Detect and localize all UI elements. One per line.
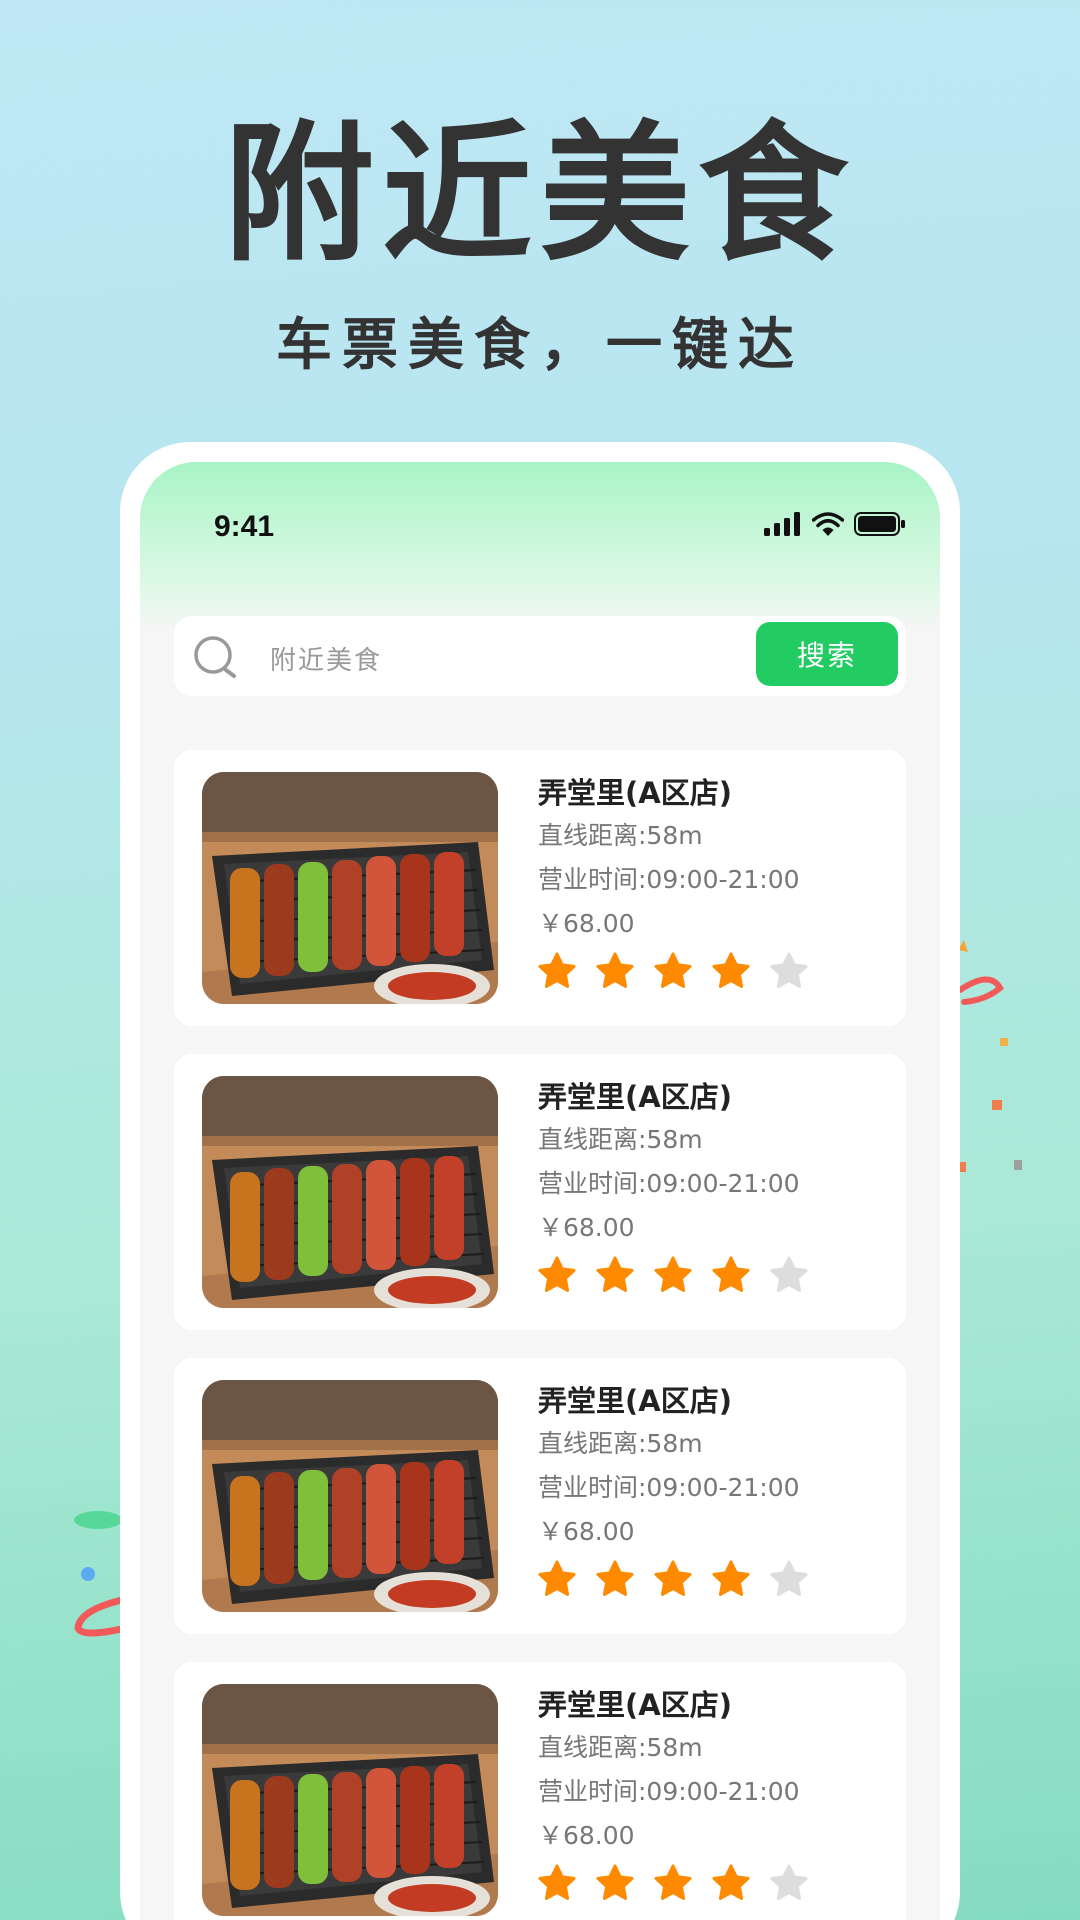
restaurant-info: 弄堂里(A区店) 直线距离:58m 营业时间:09:00-21:00 ￥68.00 (538, 1380, 896, 1598)
search-bar[interactable]: 附近美食 搜索 (174, 616, 906, 696)
star-icon (770, 952, 808, 988)
search-button[interactable]: 搜索 (756, 622, 898, 686)
restaurant-price: ￥68.00 (538, 1821, 635, 1850)
status-bar: 9:41 (140, 510, 940, 550)
star-icon (770, 1256, 808, 1292)
restaurant-hours: 营业时间:09:00-21:00 (538, 1473, 800, 1502)
restaurant-card[interactable]: 弄堂里(A区店) 直线距离:58m 营业时间:09:00-21:00 ￥68.00 (174, 1662, 906, 1920)
rating-stars (538, 952, 896, 990)
promo-subtitle: 车票美食，一键达 (276, 313, 804, 378)
restaurant-name: 弄堂里(A区店) (538, 1688, 732, 1722)
restaurant-hours: 营业时间:09:00-21:00 (538, 865, 800, 894)
restaurant-distance: 直线距离:58m (538, 821, 703, 850)
star-icon (538, 1560, 576, 1596)
star-icon (538, 952, 576, 988)
signal-icon (764, 512, 800, 536)
status-icons (764, 512, 906, 536)
restaurant-price: ￥68.00 (538, 1213, 635, 1242)
promo-title: 附近美食 (223, 108, 856, 282)
search-icon (194, 636, 236, 678)
star-icon (712, 1560, 750, 1596)
restaurant-price: ￥68.00 (538, 1517, 635, 1546)
rating-stars (538, 1864, 896, 1902)
restaurant-photo (202, 1380, 498, 1612)
star-icon (596, 952, 634, 988)
restaurant-hours: 营业时间:09:00-21:00 (538, 1169, 800, 1198)
restaurant-photo (202, 772, 498, 1004)
restaurant-distance: 直线距离:58m (538, 1733, 703, 1762)
star-icon (770, 1560, 808, 1596)
rating-stars (538, 1256, 896, 1294)
restaurant-price: ￥68.00 (538, 909, 635, 938)
status-time: 9:41 (214, 510, 275, 543)
star-icon (770, 1864, 808, 1900)
star-icon (596, 1560, 634, 1596)
star-icon (654, 1560, 692, 1596)
star-icon (712, 1864, 750, 1900)
restaurant-hours: 营业时间:09:00-21:00 (538, 1777, 800, 1806)
star-icon (538, 1256, 576, 1292)
star-icon (712, 1256, 750, 1292)
restaurant-distance: 直线距离:58m (538, 1125, 703, 1154)
wifi-icon (812, 512, 844, 536)
restaurant-name: 弄堂里(A区店) (538, 776, 732, 810)
rating-stars (538, 1560, 896, 1598)
restaurant-card[interactable]: 弄堂里(A区店) 直线距离:58m 营业时间:09:00-21:00 ￥68.00 (174, 1054, 906, 1330)
star-icon (596, 1256, 634, 1292)
confetti-right-decoration (957, 940, 1022, 1172)
restaurant-list: 弄堂里(A区店) 直线距离:58m 营业时间:09:00-21:00 ￥68.00 弄… (174, 750, 906, 1920)
phone-screen: 9:41 附近美食 搜索 弄堂里(A区店) 直线距离:58m 营业时间:09:0… (140, 462, 940, 1920)
restaurant-info: 弄堂里(A区店) 直线距离:58m 营业时间:09:00-21:00 ￥68.00 (538, 1076, 896, 1294)
star-icon (712, 952, 750, 988)
restaurant-card[interactable]: 弄堂里(A区店) 直线距离:58m 营业时间:09:00-21:00 ￥68.00 (174, 1358, 906, 1634)
restaurant-photo (202, 1076, 498, 1308)
restaurant-name: 弄堂里(A区店) (538, 1080, 732, 1114)
restaurant-info: 弄堂里(A区店) 直线距离:58m 营业时间:09:00-21:00 ￥68.00 (538, 1684, 896, 1902)
restaurant-distance: 直线距离:58m (538, 1429, 703, 1458)
phone-mockup: 9:41 附近美食 搜索 弄堂里(A区店) 直线距离:58m 营业时间:09:0… (120, 442, 960, 1920)
star-icon (654, 952, 692, 988)
restaurant-photo (202, 1684, 498, 1916)
star-icon (538, 1864, 576, 1900)
battery-icon (854, 512, 905, 536)
search-input[interactable]: 附近美食 (270, 640, 382, 677)
star-icon (654, 1864, 692, 1900)
restaurant-card[interactable]: 弄堂里(A区店) 直线距离:58m 营业时间:09:00-21:00 ￥68.00 (174, 750, 906, 1026)
restaurant-name: 弄堂里(A区店) (538, 1384, 732, 1418)
star-icon (596, 1864, 634, 1900)
star-icon (654, 1256, 692, 1292)
restaurant-info: 弄堂里(A区店) 直线距离:58m 营业时间:09:00-21:00 ￥68.00 (538, 772, 896, 990)
